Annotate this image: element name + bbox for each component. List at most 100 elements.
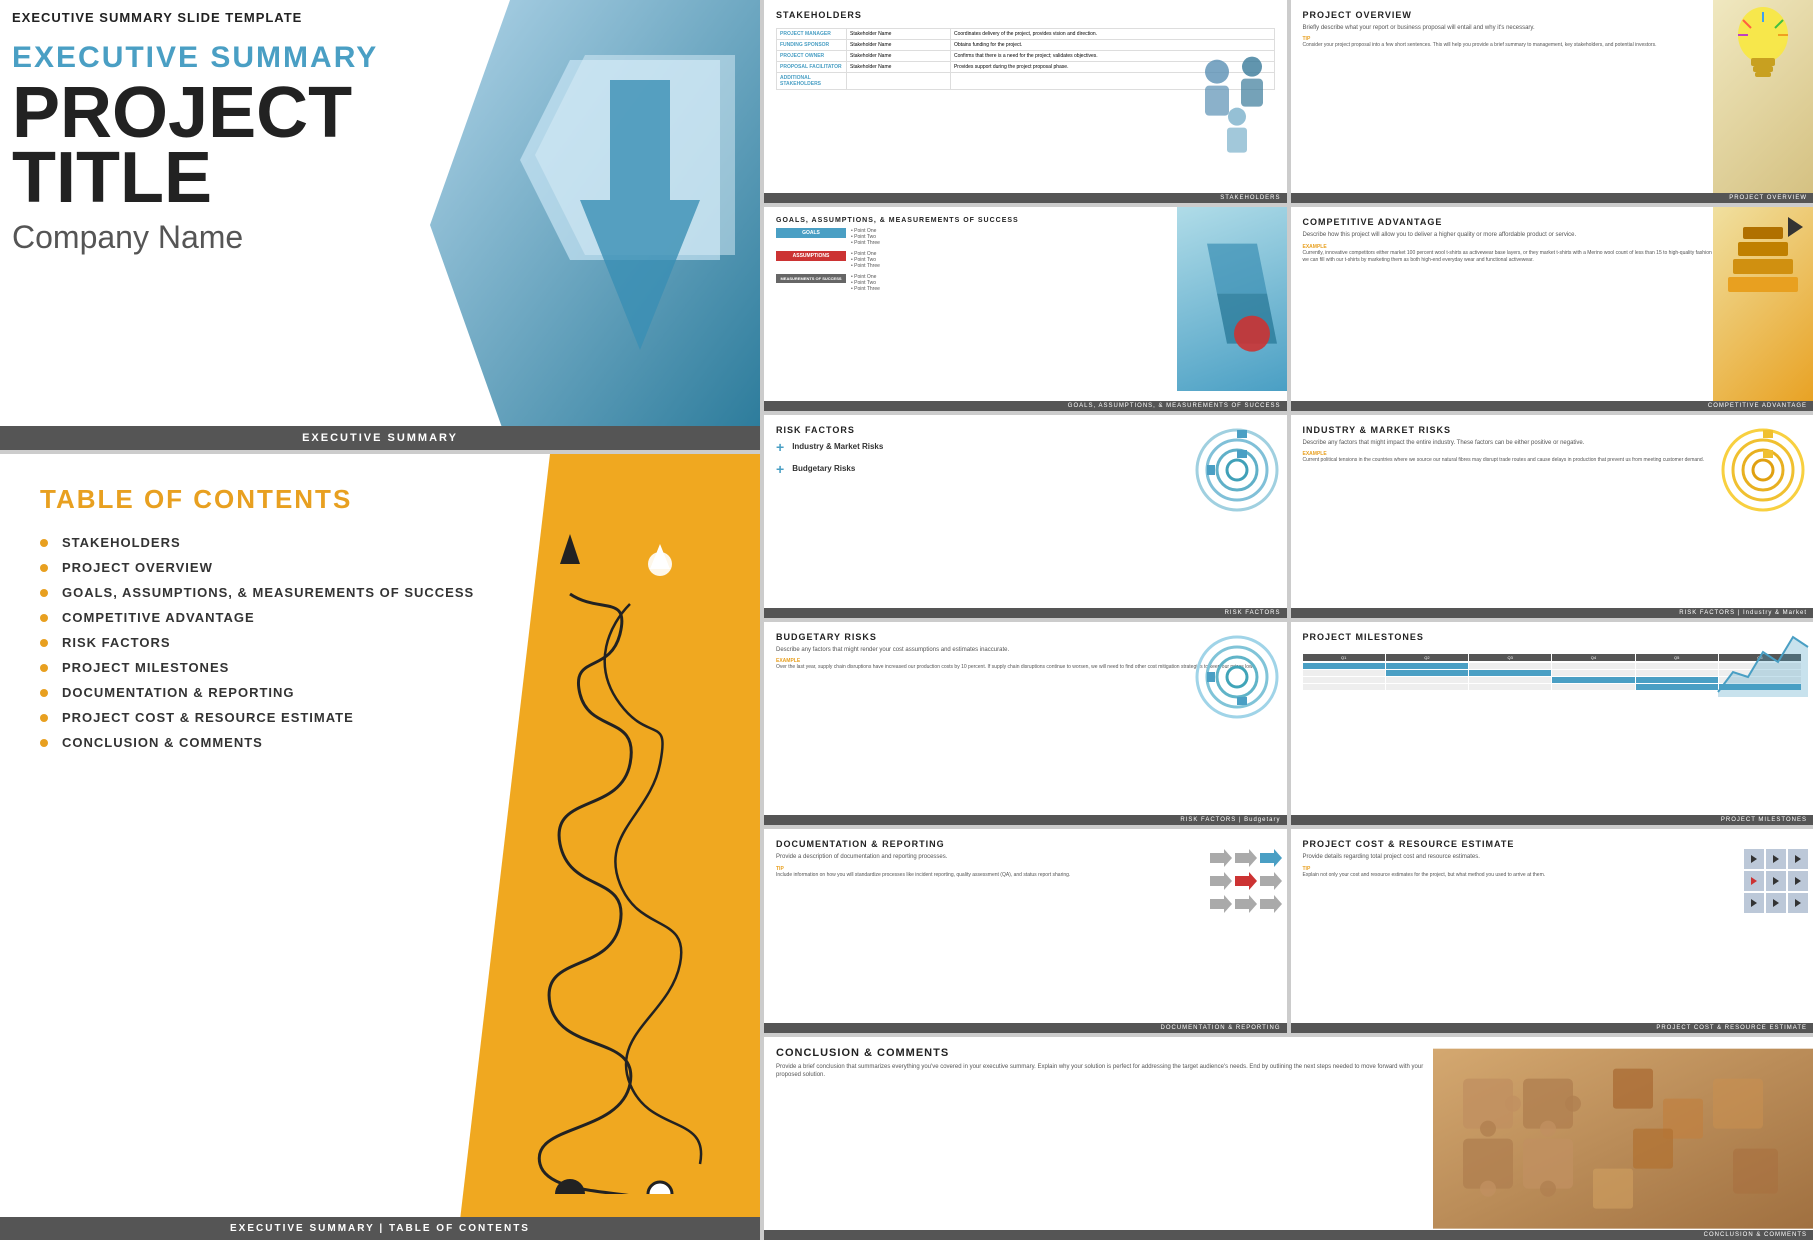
risk-image [1187, 415, 1287, 618]
exec-summary-footer: EXECUTIVE SUMMARY [0, 426, 760, 450]
cr-arrow-1 [1751, 855, 1757, 863]
ms-2-q2 [1386, 670, 1468, 676]
ms-3-q1 [1303, 677, 1385, 683]
stakeholder-name-3: Stakeholder Name [847, 51, 951, 62]
doc-arrow-4 [1210, 872, 1232, 890]
doc-arrow-3 [1260, 849, 1282, 867]
ms-2-q1 [1303, 670, 1385, 676]
toc-bullet-1 [40, 539, 48, 547]
ms-2-q4 [1552, 670, 1634, 676]
ca-image [1713, 207, 1813, 410]
cr-block-5 [1766, 871, 1786, 891]
ms-3-q2 [1386, 677, 1468, 683]
doc-arrow-7 [1210, 895, 1232, 913]
cr-block-9 [1788, 893, 1808, 913]
ms-2-q3 [1469, 670, 1551, 676]
ms-1-q3 [1469, 663, 1551, 669]
slide-competitive-advantage: COMPETITIVE ADVANTAGE Describe how this … [1291, 207, 1813, 410]
cost-tip: Explain not only your cost and resource … [1303, 872, 1802, 879]
assumptions-points: • Point One• Point Two• Point Three [851, 251, 880, 269]
ms-4-q1 [1303, 684, 1385, 690]
budgetary-footer: RISK FACTORS | Budgetary [764, 815, 1287, 825]
industry-image [1713, 415, 1813, 618]
measurements-points: • Point One• Point Two• Point Three [851, 274, 880, 292]
slide-industry-market: INDUSTRY & MARKET RISKS Describe any fac… [1291, 415, 1813, 618]
slide-risk-factors: RISK FACTORS + Industry & Market Risks +… [764, 415, 1287, 618]
doc-content: Provide a description of documentation a… [776, 853, 1275, 861]
risk-label-industry: Industry & Market Risks [792, 442, 883, 451]
toc-footer: EXECUTIVE SUMMARY | TABLE OF CONTENTS [0, 1217, 760, 1240]
cr-arrow-9 [1795, 899, 1801, 907]
doc-arrow-2 [1235, 849, 1257, 867]
slide-milestones: PROJECT MILESTONES Q1 Q2 Q3 Q4 Q5 Q6 [1291, 622, 1813, 825]
industry-footer: RISK FACTORS | Industry & Market [1291, 608, 1813, 618]
toc-bullet-3 [40, 589, 48, 597]
milestones-image [1713, 622, 1813, 825]
stakeholder-additional-name [847, 73, 951, 90]
stakeholders-image [1187, 0, 1287, 203]
ms-3-q5 [1636, 677, 1718, 683]
slide-documentation: DOCUMENTATION & REPORTING Provide a desc… [764, 829, 1287, 1032]
role-proposal-facilitator: PROPOSAL FACILITATOR [777, 62, 847, 73]
stakeholders-footer: STAKEHOLDERS [764, 193, 1287, 203]
toc-bullet-2 [40, 564, 48, 572]
stakeholder-name-2: Stakeholder Name [847, 40, 951, 51]
conclusion-image [1433, 1037, 1813, 1240]
cr-arrow-6 [1795, 877, 1801, 885]
doc-arrows-grid [1210, 849, 1282, 915]
overview-footer: PROJECT OVERVIEW [1291, 193, 1813, 203]
slide-budgetary: BUDGETARY RISKS Describe any factors tha… [764, 622, 1287, 825]
conclusion-footer: CONCLUSION & COMMENTS [764, 1230, 1813, 1240]
risk-label-budgetary: Budgetary Risks [792, 464, 855, 473]
cr-arrow-7 [1751, 899, 1757, 907]
goals-footer: GOALS, ASSUMPTIONS, & MEASUREMENTS OF SU… [764, 401, 1287, 411]
role-project-owner: PROJECT OWNER [777, 51, 847, 62]
conclusion-title: CONCLUSION & COMMENTS [776, 1047, 1441, 1059]
cr-block-8 [1766, 893, 1786, 913]
ms-1-q1 [1303, 663, 1385, 669]
slide-stakeholders: STAKEHOLDERS PROJECT MANAGER Stakeholder… [764, 0, 1287, 203]
slide-project-overview: PROJECT OVERVIEW Briefly describe what y… [1291, 0, 1813, 203]
toc-curves-container [470, 514, 750, 1194]
goals-right-image [1177, 207, 1287, 390]
cr-block-3 [1788, 849, 1808, 869]
role-project-manager: PROJECT MANAGER [777, 29, 847, 40]
ms-3-q3 [1469, 677, 1551, 683]
risk-plus-1: + [776, 439, 784, 455]
ms-1-q4 [1552, 663, 1634, 669]
cr-arrow-8 [1773, 899, 1779, 907]
budgetary-image [1187, 622, 1287, 825]
conclusion-content: Provide a brief conclusion that summariz… [776, 1063, 1441, 1080]
exec-summary-panel: EXECUTIVE SUMMARY SLIDE TEMPLATE EXECUTI… [0, 0, 760, 450]
cr-block-6 [1788, 871, 1808, 891]
risk-plus-2: + [776, 461, 784, 477]
doc-arrow-6 [1260, 872, 1282, 890]
doc-arrow-1 [1210, 849, 1232, 867]
stakeholder-name-1: Stakeholder Name [847, 29, 951, 40]
toc-panel: TABLE OF CONTENTS STAKEHOLDERS PROJECT O… [0, 454, 760, 1240]
cr-block-2 [1766, 849, 1786, 869]
toc-bullet-6 [40, 664, 48, 672]
goals-points: • Point One• Point Two• Point Three [851, 228, 880, 246]
toc-bullet-4 [40, 614, 48, 622]
cr-block-1 [1744, 849, 1764, 869]
cr-arrow-2 [1773, 855, 1779, 863]
cr-arrow-4 [1751, 877, 1757, 885]
cr-block-4 [1744, 871, 1764, 891]
ms-4-q3 [1469, 684, 1551, 690]
ms-q1: Q1 [1303, 654, 1385, 661]
ms-1-q5 [1636, 663, 1718, 669]
overview-image [1713, 0, 1813, 203]
ms-q3: Q3 [1469, 654, 1551, 661]
role-additional: ADDITIONAL STAKEHOLDERS [777, 73, 847, 90]
cr-block-7 [1744, 893, 1764, 913]
assumptions-label: ASSUMPTIONS [776, 251, 846, 261]
risk-footer: RISK FACTORS [764, 608, 1287, 618]
doc-arrow-5 [1235, 872, 1257, 890]
milestones-footer: PROJECT MILESTONES [1291, 815, 1813, 825]
goals-label: GOALS [776, 228, 846, 238]
slide-goals: GOALS, ASSUMPTIONS, & MEASUREMENTS OF SU… [764, 207, 1287, 410]
doc-footer: DOCUMENTATION & REPORTING [764, 1023, 1287, 1033]
toc-bullet-5 [40, 639, 48, 647]
doc-arrow-9 [1260, 895, 1282, 913]
